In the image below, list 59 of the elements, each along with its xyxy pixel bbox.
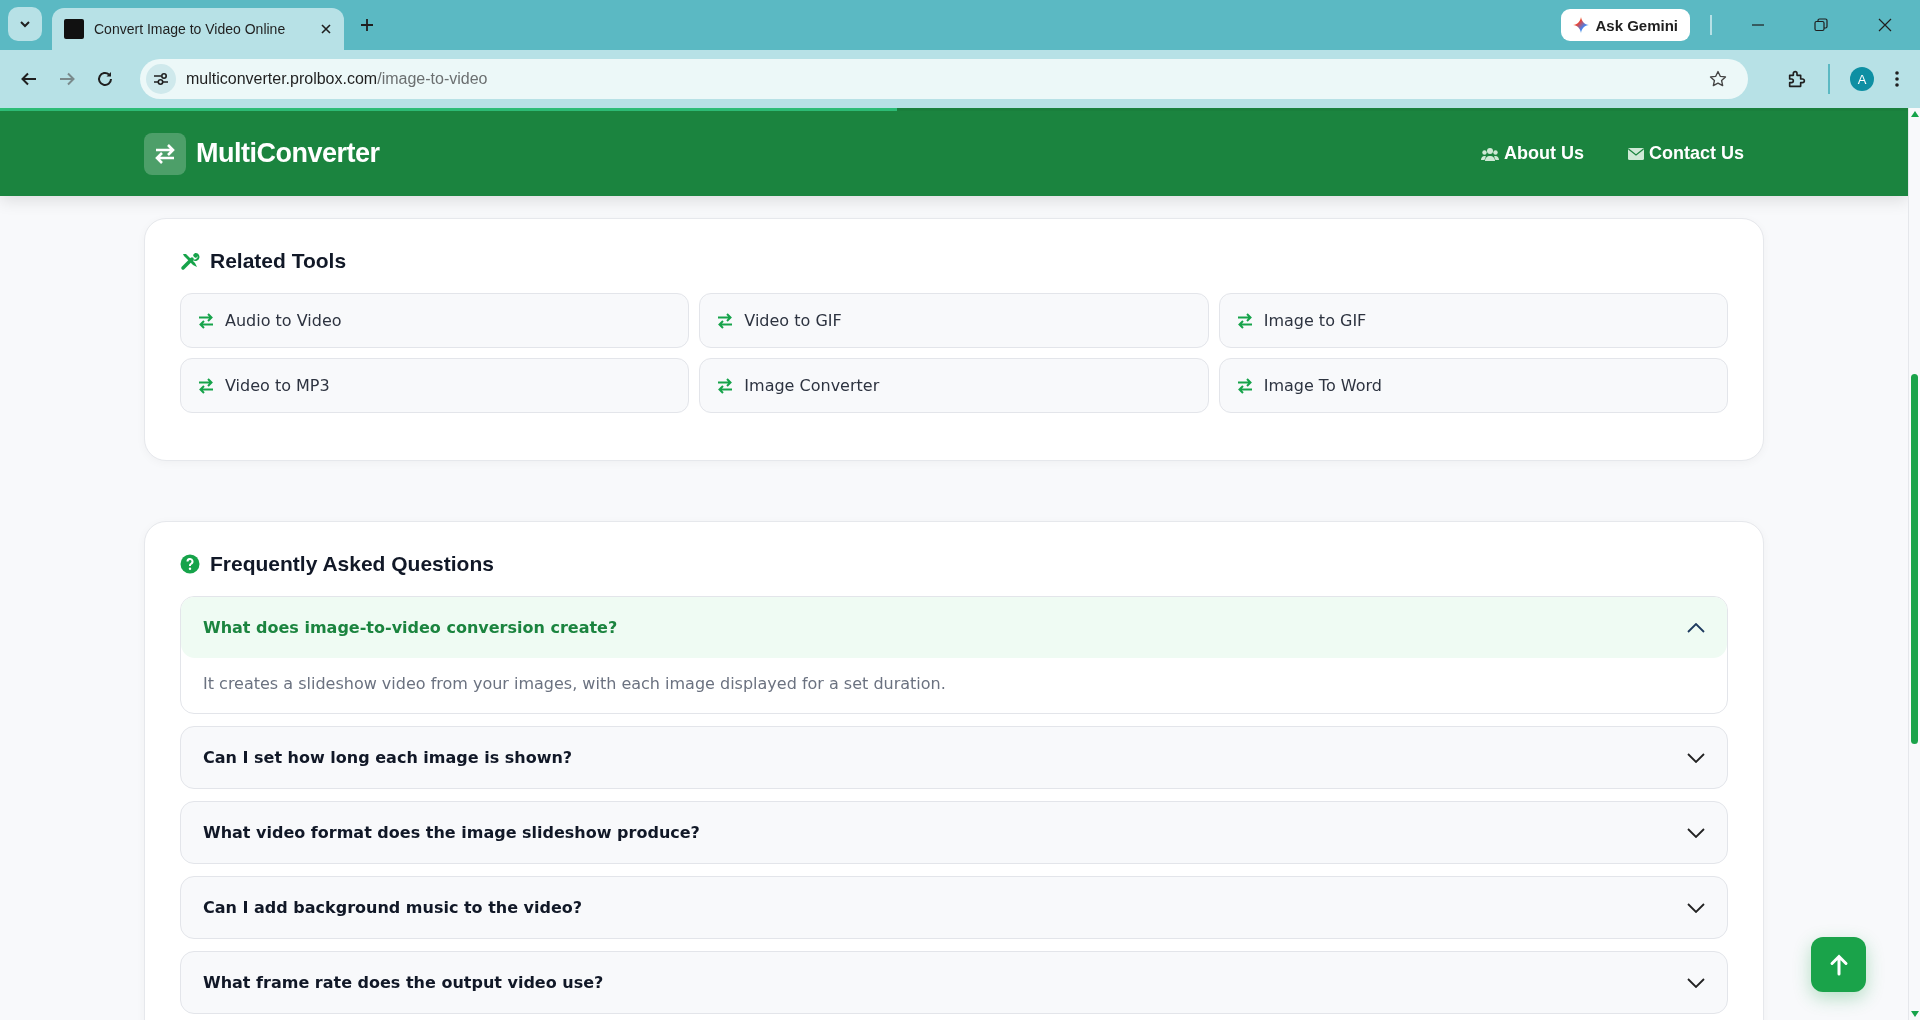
sparkle-icon: [1573, 17, 1590, 33]
tool-link[interactable]: Image to GIF: [1218, 293, 1728, 348]
favicon-icon: [64, 19, 84, 39]
tool-link[interactable]: Video to MP3: [180, 358, 690, 413]
scrollbar-thumb[interactable]: [1911, 374, 1918, 744]
url-text: multiconverter.prolbox.com/image-to-video: [186, 70, 488, 88]
swap-icon: [717, 312, 734, 329]
swap-icon: [1236, 377, 1253, 394]
scroll-up-icon[interactable]: [1909, 110, 1920, 118]
chevron-down-icon: [1687, 977, 1705, 988]
star-icon[interactable]: [1708, 69, 1728, 89]
swap-icon: [1236, 312, 1253, 329]
browser-tab[interactable]: Convert Image to Video Online: [52, 8, 344, 50]
profile-avatar[interactable]: A: [1850, 67, 1874, 91]
chevron-down-icon: [1687, 902, 1705, 913]
menu-icon[interactable]: [1894, 70, 1900, 88]
faq-question[interactable]: Can I add background music to the video?: [181, 877, 1727, 938]
question-icon: [180, 554, 200, 574]
forward-icon[interactable]: [58, 70, 76, 88]
chevron-down-icon: [1687, 752, 1705, 763]
swap-icon: [717, 377, 734, 394]
restore-icon[interactable]: [1814, 18, 1828, 32]
swap-icon: [198, 377, 214, 394]
faq-question[interactable]: What video format does the image slideshow produce?: [181, 802, 1727, 863]
arrow-up-icon: [1828, 953, 1849, 976]
puzzle-icon[interactable]: [1786, 68, 1808, 90]
tool-link[interactable]: Audio to Video: [180, 293, 690, 348]
nav-link[interactable]: About Us: [1481, 143, 1584, 164]
tab-list-button[interactable]: [8, 7, 42, 41]
tool-link[interactable]: Image Converter: [699, 358, 1209, 413]
tools-icon: [180, 251, 200, 271]
back-to-top-button[interactable]: [1811, 937, 1866, 992]
people-icon: [1481, 146, 1499, 161]
faq-answer: It creates a slideshow video from your images, with each image displayed for a set duration.: [202, 673, 947, 695]
chevron-up-icon: [1687, 622, 1705, 633]
section-title: Related Tools: [210, 249, 347, 273]
faq-question[interactable]: What frame rate does the output video use?: [181, 952, 1727, 1013]
nav-link[interactable]: Contact Us: [1628, 143, 1744, 164]
close-icon[interactable]: [320, 23, 332, 35]
section-title: Frequently Asked Questions: [210, 552, 494, 576]
tab-title: Convert Image to Video Online: [94, 21, 287, 37]
logo-icon: [144, 132, 186, 175]
swap-icon: [198, 312, 214, 329]
site-settings-icon[interactable]: [146, 64, 176, 94]
scrollbar[interactable]: [1908, 108, 1920, 1020]
faq-question[interactable]: Can I set how long each image is shown?: [181, 727, 1727, 788]
scroll-down-icon[interactable]: [1909, 1010, 1920, 1018]
close-icon[interactable]: [1878, 18, 1892, 32]
mail-icon: [1628, 147, 1644, 160]
address-bar[interactable]: multiconverter.prolbox.com/image-to-video: [140, 59, 1748, 99]
tool-link[interactable]: Video to GIF: [699, 293, 1209, 348]
plus-icon[interactable]: [360, 18, 374, 32]
chevron-down-icon: [1687, 827, 1705, 838]
faq-question[interactable]: What does image-to-video conversion create?: [181, 597, 1727, 658]
reload-icon[interactable]: [96, 70, 114, 88]
tool-link[interactable]: Image To Word: [1218, 358, 1728, 413]
ask-gemini-button[interactable]: Ask Gemini: [1561, 9, 1690, 41]
back-icon[interactable]: [20, 70, 38, 88]
logo-text[interactable]: MultiConverter: [196, 138, 380, 169]
